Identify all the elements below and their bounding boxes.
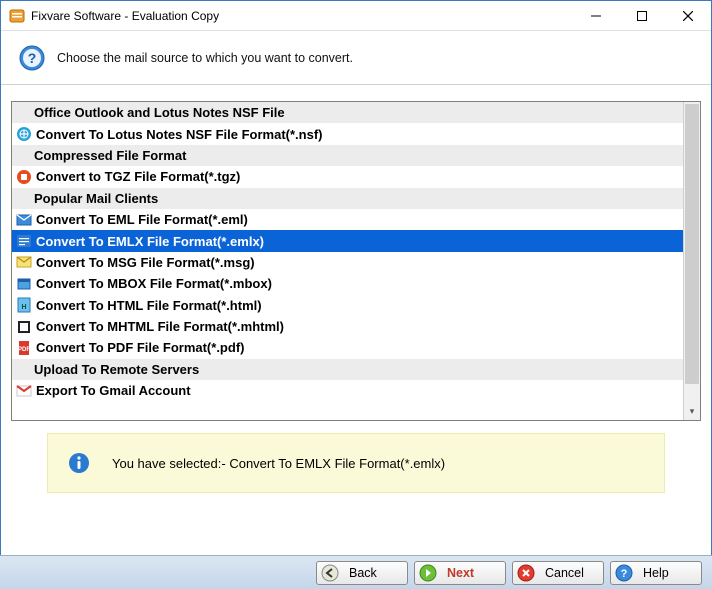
format-option-label: Convert To PDF File Format(*.pdf) — [36, 340, 244, 355]
format-list[interactable]: Office Outlook and Lotus Notes NSF File C… — [11, 101, 701, 421]
help-button[interactable]: ? Help — [610, 561, 702, 585]
window-controls — [573, 1, 711, 30]
instruction-text: Choose the mail source to which you want… — [57, 51, 353, 65]
next-icon — [419, 564, 437, 582]
list-section-header: Popular Mail Clients — [12, 188, 683, 209]
format-option-label: Export To Gmail Account — [36, 383, 191, 398]
list-section-header: Compressed File Format — [12, 145, 683, 166]
msg-icon — [16, 254, 32, 270]
format-option-label: Convert To EML File Format(*.eml) — [36, 212, 248, 227]
scroll-down-icon[interactable]: ▾ — [684, 403, 700, 420]
format-option-label: Convert To MHTML File Format(*.mhtml) — [36, 319, 284, 334]
close-icon — [683, 11, 693, 21]
info-icon — [68, 452, 90, 474]
titlebar: Fixvare Software - Evaluation Copy — [1, 1, 711, 31]
format-option-label: Convert To EMLX File Format(*.emlx) — [36, 234, 264, 249]
gmail-icon — [16, 383, 32, 399]
section-header-label: Compressed File Format — [34, 148, 186, 163]
scrollbar[interactable]: ▾ — [683, 102, 700, 420]
format-option[interactable]: Export To Gmail Account — [12, 380, 683, 401]
footer: Back Next Cancel ? Help — [0, 555, 712, 589]
mbox-icon — [16, 276, 32, 292]
format-option[interactable]: PDF Convert To PDF File Format(*.pdf) — [12, 337, 683, 358]
app-icon — [9, 8, 25, 24]
mhtml-icon — [16, 319, 32, 335]
format-option[interactable]: Convert To Lotus Notes NSF File Format(*… — [12, 123, 683, 144]
tgz-icon — [16, 169, 32, 185]
next-label: Next — [447, 566, 474, 580]
selection-info: You have selected:- Convert To EMLX File… — [47, 433, 665, 493]
svg-text:H: H — [21, 304, 26, 311]
close-button[interactable] — [665, 1, 711, 30]
eml-icon — [16, 212, 32, 228]
minimize-icon — [591, 11, 601, 21]
instruction-bar: ? Choose the mail source to which you wa… — [1, 31, 711, 85]
back-button[interactable]: Back — [316, 561, 408, 585]
help-button-icon: ? — [615, 564, 633, 582]
cancel-label: Cancel — [545, 566, 584, 580]
svg-text:?: ? — [621, 568, 628, 580]
format-option[interactable]: Convert To EML File Format(*.eml) — [12, 209, 683, 230]
html-icon: H — [16, 297, 32, 313]
minimize-button[interactable] — [573, 1, 619, 30]
format-option-label: Convert To HTML File Format(*.html) — [36, 298, 262, 313]
nsf-icon — [16, 126, 32, 142]
format-option[interactable]: Convert To MBOX File Format(*.mbox) — [12, 273, 683, 294]
format-option-label: Convert to TGZ File Format(*.tgz) — [36, 169, 240, 184]
svg-text:?: ? — [28, 50, 37, 66]
format-option-label: Convert To MBOX File Format(*.mbox) — [36, 276, 272, 291]
format-option[interactable]: Convert To EMLX File Format(*.emlx) — [12, 230, 683, 251]
section-header-label: Upload To Remote Servers — [34, 362, 199, 377]
scroll-thumb[interactable] — [685, 104, 699, 384]
section-header-label: Popular Mail Clients — [34, 191, 158, 206]
cancel-button[interactable]: Cancel — [512, 561, 604, 585]
format-option[interactable]: H Convert To HTML File Format(*.html) — [12, 295, 683, 316]
list-section-header: Upload To Remote Servers — [12, 359, 683, 380]
back-icon — [321, 564, 339, 582]
help-icon: ? — [19, 45, 45, 71]
format-option-label: Convert To Lotus Notes NSF File Format(*… — [36, 127, 323, 142]
svg-text:PDF: PDF — [18, 347, 30, 353]
maximize-button[interactable] — [619, 1, 665, 30]
selection-info-text: You have selected:- Convert To EMLX File… — [112, 456, 445, 471]
help-label: Help — [643, 566, 669, 580]
format-option[interactable]: Convert to TGZ File Format(*.tgz) — [12, 166, 683, 187]
format-option[interactable]: Convert To MHTML File Format(*.mhtml) — [12, 316, 683, 337]
back-label: Back — [349, 566, 377, 580]
emlx-icon — [16, 233, 32, 249]
cancel-icon — [517, 564, 535, 582]
list-section-header: Office Outlook and Lotus Notes NSF File — [12, 102, 683, 123]
maximize-icon — [637, 11, 647, 21]
pdf-icon: PDF — [16, 340, 32, 356]
main-panel: Office Outlook and Lotus Notes NSF File C… — [1, 85, 711, 505]
window-title: Fixvare Software - Evaluation Copy — [31, 9, 573, 23]
format-option-label: Convert To MSG File Format(*.msg) — [36, 255, 255, 270]
next-button[interactable]: Next — [414, 561, 506, 585]
format-option[interactable]: Convert To MSG File Format(*.msg) — [12, 252, 683, 273]
section-header-label: Office Outlook and Lotus Notes NSF File — [34, 105, 285, 120]
